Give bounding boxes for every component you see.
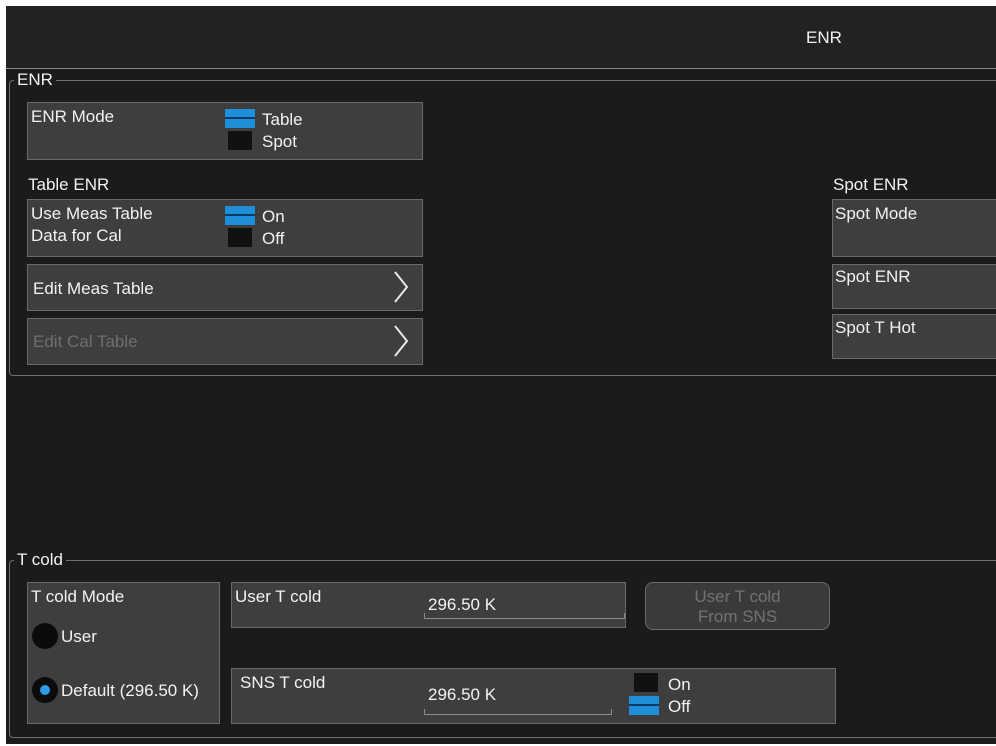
sns-tcold-option-on[interactable]: On (668, 674, 691, 696)
use-meas-option-on[interactable]: On (262, 206, 285, 228)
tcold-mode-option-user[interactable]: User (61, 626, 97, 648)
use-meas-label-line2: Data for Cal (31, 226, 122, 245)
edit-meas-table-label: Edit Meas Table (33, 279, 154, 298)
tcold-mode-option-default[interactable]: Default (296.50 K) (61, 680, 199, 702)
toggle-indicator-icon (228, 131, 252, 150)
toggle-indicator-icon (225, 206, 255, 225)
spot-enr-heading: Spot ENR (833, 175, 909, 194)
input-underline (424, 613, 625, 619)
toggle-indicator-icon (225, 109, 255, 128)
spot-mode-label: Spot Mode (835, 204, 918, 223)
radio-icon[interactable] (32, 677, 58, 703)
sns-tcold-value: 296.50 K (428, 685, 497, 704)
radio-icon[interactable] (32, 623, 58, 649)
table-enr-heading: Table ENR (28, 175, 110, 194)
use-meas-option-off[interactable]: Off (262, 228, 284, 250)
enr-group-legend: ENR (17, 70, 53, 89)
chevron-right-icon (394, 271, 409, 303)
user-tcold-from-sns-button[interactable]: User T cold From SNS (645, 582, 830, 630)
chevron-right-icon (394, 325, 409, 357)
enr-mode-label: ENR Mode (31, 107, 115, 126)
edit-cal-table-label: Edit Cal Table (33, 332, 138, 351)
page-title: ENR (806, 28, 842, 47)
from-sns-label-line1: User T cold (694, 587, 781, 606)
user-tcold-label: User T cold (235, 587, 322, 606)
enr-mode-option-spot[interactable]: Spot (262, 131, 297, 153)
toggle-indicator-icon (629, 696, 659, 715)
spot-enr-label: Spot ENR (835, 267, 911, 286)
input-underline (424, 709, 612, 715)
toggle-indicator-icon (634, 673, 658, 692)
tcold-group-legend: T cold (17, 550, 63, 569)
toggle-indicator-icon (228, 228, 252, 247)
enr-mode-option-table[interactable]: Table (262, 109, 303, 131)
spot-t-hot-label: Spot T Hot (835, 318, 916, 337)
use-meas-label-line1: Use Meas Table (31, 204, 153, 223)
from-sns-label-line2: From SNS (697, 607, 778, 626)
tcold-mode-label: T cold Mode (31, 587, 125, 606)
sns-tcold-label: SNS T cold (240, 673, 326, 692)
title-bar (6, 6, 996, 69)
sns-tcold-option-off[interactable]: Off (668, 696, 690, 718)
user-tcold-value: 296.50 K (428, 595, 497, 614)
